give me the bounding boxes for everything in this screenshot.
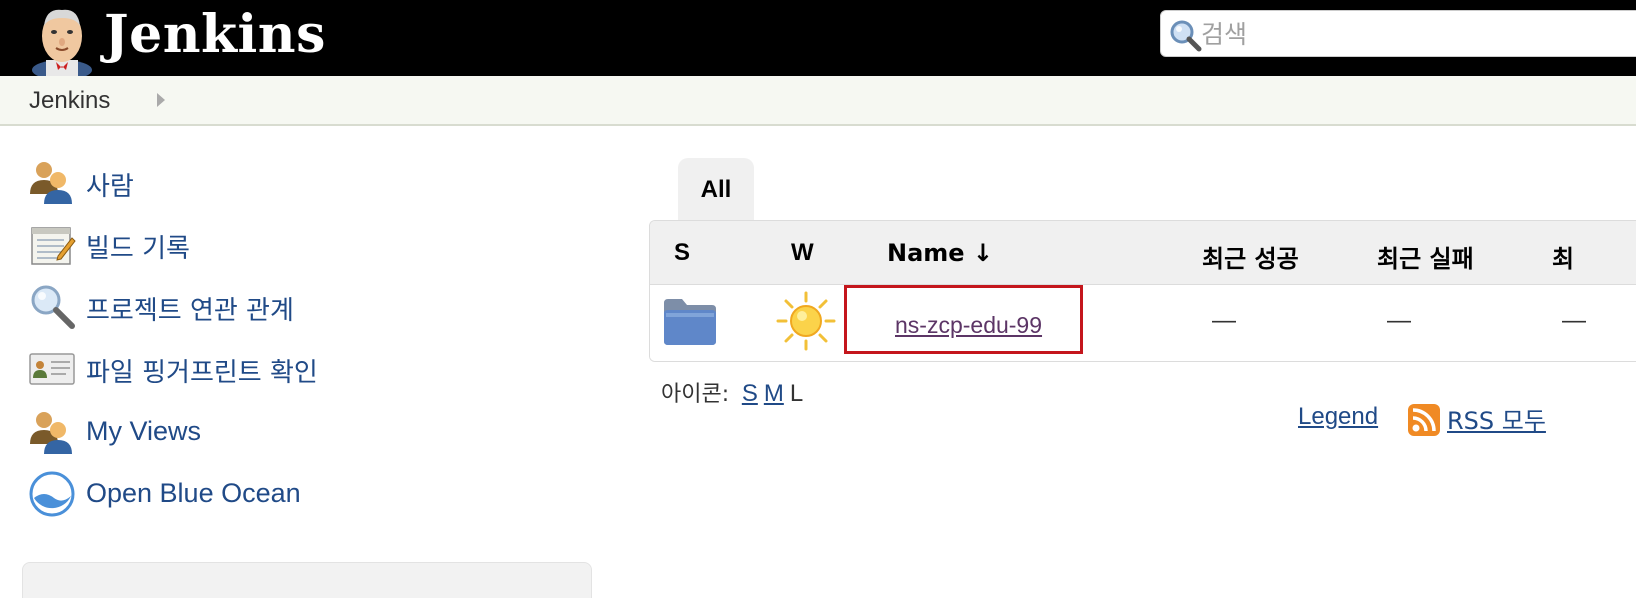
tab-all[interactable]: All xyxy=(678,158,754,222)
fingerprint-card-icon xyxy=(29,353,75,385)
people-icon xyxy=(30,412,72,454)
brand-title[interactable]: Jenkins xyxy=(104,2,326,68)
icon-size-current: L xyxy=(789,380,804,407)
column-header-last-duration[interactable]: 최 xyxy=(1552,239,1574,274)
sidebar-item-label: 빌드 기록 xyxy=(86,234,190,264)
search-icon xyxy=(1170,20,1202,52)
folder-icon xyxy=(664,299,716,345)
blue-ocean-icon xyxy=(29,471,75,517)
sun-icon xyxy=(776,291,836,351)
table-row: ns-zcp-edu-99 — — — xyxy=(650,285,1636,361)
search-input[interactable] xyxy=(1201,17,1636,51)
icon-size-selector: 아이콘: SML xyxy=(661,376,803,408)
top-header: Jenkins xyxy=(0,0,1636,76)
last-success-value: — xyxy=(1212,307,1236,334)
column-header-weather[interactable]: W xyxy=(791,239,814,267)
job-link[interactable]: ns-zcp-edu-99 xyxy=(895,312,1042,339)
breadcrumb: Jenkins xyxy=(0,76,1636,126)
legend-link[interactable]: Legend xyxy=(1298,403,1378,431)
sidebar-item-label: 파일 핑거프린트 확인 xyxy=(86,358,318,388)
sidebar-item-label: Open Blue Ocean xyxy=(86,478,301,508)
notepad-icon xyxy=(31,227,76,265)
icon-size-m-link[interactable]: M xyxy=(764,380,784,407)
rss-icon[interactable] xyxy=(1408,404,1440,436)
column-header-status[interactable]: S xyxy=(674,239,690,267)
rss-all-link[interactable]: RSS 모두 xyxy=(1447,401,1546,436)
sidebar-panel xyxy=(22,562,592,598)
column-header-last-failure[interactable]: 최근 실패 xyxy=(1377,239,1474,274)
breadcrumb-chevron-icon[interactable] xyxy=(157,93,165,107)
magnifier-icon xyxy=(31,285,75,329)
last-failure-value: — xyxy=(1387,307,1411,334)
sidebar-item-label: My Views xyxy=(86,416,202,446)
tab-label: All xyxy=(700,176,732,203)
people-icon xyxy=(30,162,72,204)
icon-size-label: 아이콘: xyxy=(661,382,730,407)
job-table: S W Name ↓ 최근 성공 최근 실패 최 ns-zcp-edu-99 —… xyxy=(649,220,1636,362)
column-header-last-success[interactable]: 최근 성공 xyxy=(1202,239,1299,274)
search-box[interactable] xyxy=(1160,10,1636,57)
breadcrumb-item-jenkins[interactable]: Jenkins xyxy=(29,87,110,115)
sidebar-item-label: 프로젝트 연관 관계 xyxy=(86,296,294,326)
table-header: S W Name ↓ 최근 성공 최근 실패 최 xyxy=(650,221,1636,285)
sidebar-item-label: 사람 xyxy=(86,172,134,202)
last-duration-value: — xyxy=(1562,307,1586,334)
column-header-name[interactable]: Name ↓ xyxy=(887,239,993,267)
icon-size-s-link[interactable]: S xyxy=(742,380,758,407)
jenkins-logo-icon[interactable] xyxy=(26,4,98,76)
